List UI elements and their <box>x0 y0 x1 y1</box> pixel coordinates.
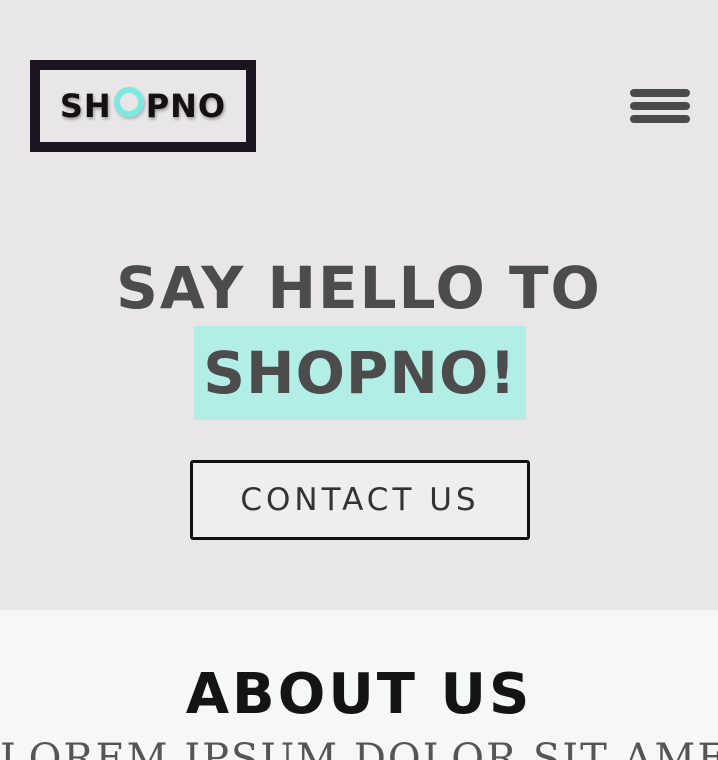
page: SH PNO SAY HELLO TO SHOPNO! CONTACT US AB… <box>0 0 718 760</box>
contact-us-button[interactable]: CONTACT US <box>190 460 530 540</box>
hero-heading-line1: SAY HELLO TO <box>116 254 602 322</box>
shopno-logo[interactable]: SH PNO <box>30 60 256 152</box>
hero-heading-highlight: SHOPNO! <box>194 326 526 420</box>
hamburger-bar <box>630 89 690 97</box>
logo-prefix: SH <box>59 87 112 125</box>
hamburger-menu-icon[interactable] <box>630 89 690 123</box>
logo-text: SH PNO <box>60 87 226 125</box>
logo-o-ring-icon <box>113 87 144 117</box>
about-title: ABOUT US <box>185 662 533 727</box>
hero-section: SH PNO SAY HELLO TO SHOPNO! CONTACT US <box>0 0 718 610</box>
logo-inner: SH PNO <box>40 70 246 142</box>
hamburger-bar <box>630 102 690 110</box>
about-section: ABOUT US LOREM IPSUM DOLOR SIT AMET <box>0 610 718 760</box>
hamburger-bar <box>630 115 690 123</box>
logo-suffix: PNO <box>145 87 227 125</box>
about-subtitle: LOREM IPSUM DOLOR SIT AMET <box>0 736 718 760</box>
